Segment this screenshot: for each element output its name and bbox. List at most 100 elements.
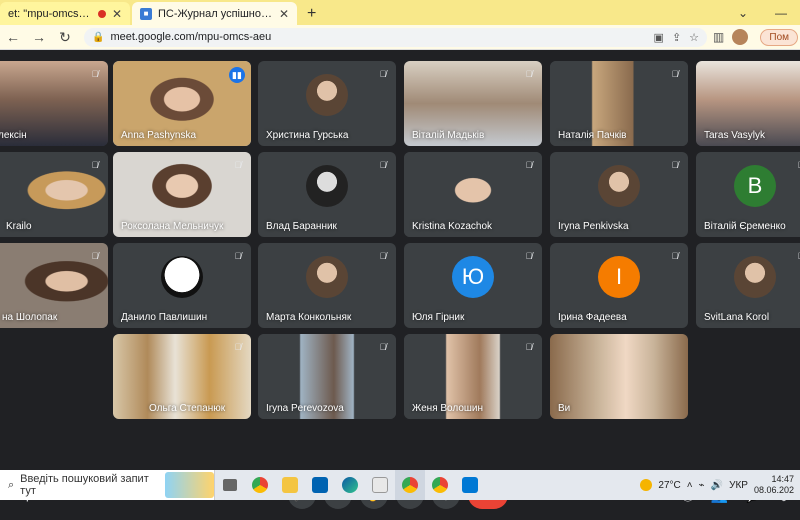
participant-tile[interactable]: 🎙̸ Данило Павлишин	[113, 243, 251, 328]
taskbar-app[interactable]	[455, 470, 485, 500]
search-icon: ⌕	[8, 478, 15, 491]
bookmark-star-icon[interactable]: ☆	[689, 31, 699, 44]
chevron-up-icon[interactable]: ˄	[687, 480, 693, 491]
participant-name: ис Алексін	[0, 130, 27, 141]
participant-tile[interactable]: Taras Vasylyk	[696, 61, 800, 146]
mic-off-icon: 🎙̸	[234, 342, 242, 352]
participant-tile[interactable]: Ю 🎙̸ Юля Гірник	[404, 243, 542, 328]
system-tray: 27°C ˄ ⌁ 🔊 УКР 14:47 08.06.202	[640, 474, 800, 496]
participant-tile[interactable]: В 🎙̸ Віталій Єременко	[696, 152, 800, 237]
participant-tile[interactable]: Ви	[550, 334, 688, 419]
url-bar[interactable]: 🔒 meet.google.com/mpu-omcs-aeu ▣ ⇪ ☆	[84, 27, 708, 47]
weather-sun-icon[interactable]	[640, 479, 653, 491]
participant-video	[550, 334, 688, 419]
url-bar-actions: ▣ ⇪ ☆	[654, 31, 700, 44]
site-favicon-icon: ■	[140, 7, 152, 20]
camera-icon[interactable]: ▣	[654, 31, 664, 44]
participant-tile[interactable]: 🎙̸ SvitLana Korol	[696, 243, 800, 328]
participant-tile[interactable]: 🎙̸ Kristina Kozachok	[404, 152, 542, 237]
initial-letter: В	[747, 173, 763, 198]
mic-off-icon: 🎙̸	[525, 342, 533, 352]
participant-tile[interactable]: І 🎙̸ Ірина Фадеева	[550, 243, 688, 328]
mic-off-icon: 🎙̸	[91, 251, 99, 261]
tab-title: ПС-Журнал успішності WEB v.3	[158, 7, 273, 20]
chrome-icon	[402, 477, 418, 493]
initial-letter: І	[615, 264, 623, 289]
mic-off-icon: 🎙̸	[379, 160, 387, 170]
taskbar-store[interactable]	[305, 470, 335, 500]
taskbar-chrome[interactable]	[245, 470, 275, 500]
share-icon[interactable]: ⇪	[672, 31, 681, 44]
participant-name: Iryna Penkivska	[558, 221, 629, 232]
participant-name: Марта Конкольняк	[266, 312, 352, 323]
participant-tile[interactable]: 🎙̸ Влад Баранник	[258, 152, 396, 237]
tab-journal[interactable]: ■ ПС-Журнал успішності WEB v.3 ✕	[132, 2, 297, 25]
participant-avatar	[161, 256, 203, 298]
participant-tile[interactable]: 🎙̸ Iryna Perevozova	[258, 334, 396, 419]
clock[interactable]: 14:47 08.06.202	[754, 474, 794, 496]
search-placeholder: Введіть пошуковий запит тут	[20, 473, 149, 497]
app-icon	[462, 477, 478, 493]
participant-tile[interactable]: ▮▮ Anna Pashynska	[113, 61, 251, 146]
search-highlight-image	[165, 472, 214, 498]
mic-off-icon: 🎙̸	[379, 69, 387, 79]
tab-meet[interactable]: et: "mpu-omcs-aeu" ✕	[0, 2, 130, 25]
taskbar-notes[interactable]	[365, 470, 395, 500]
mic-off-icon: 🎙̸	[671, 251, 679, 261]
taskbar-search-box[interactable]: ⌕ Введіть пошуковий запит тут	[0, 470, 215, 500]
network-icon[interactable]: ⌁	[699, 480, 705, 491]
participant-initial-avatar: Ю	[452, 256, 494, 298]
participant-name: Віталій Мадьків	[412, 130, 485, 141]
participant-tile[interactable]: 🎙̸ Марта Конкольняк	[258, 243, 396, 328]
participant-name: Krailo	[6, 221, 32, 232]
participant-tile[interactable]: 🎙̸ Наталія Пачків	[550, 61, 688, 146]
address-bar-row: ← → ↻ 🔒 meet.google.com/mpu-omcs-aeu ▣ ⇪…	[0, 25, 800, 50]
task-view-button[interactable]	[215, 470, 245, 500]
language-indicator[interactable]: УКР	[729, 480, 748, 491]
back-arrow-icon[interactable]: ←	[0, 29, 26, 45]
folder-icon	[282, 477, 298, 493]
taskbar-chrome-active[interactable]	[395, 470, 425, 500]
taskbar-edge[interactable]	[335, 470, 365, 500]
chevron-down-icon[interactable]: ⌄	[724, 6, 762, 20]
volume-icon[interactable]: 🔊	[711, 480, 723, 491]
participant-tile[interactable]: 🎙̸ ис Алексін	[0, 61, 108, 146]
participant-name: Христина Гурська	[266, 130, 349, 141]
participant-initial-avatar: І	[598, 256, 640, 298]
new-tab-button[interactable]: +	[297, 2, 326, 25]
forward-arrow-icon[interactable]: →	[26, 29, 52, 45]
minimize-icon[interactable]: —	[762, 6, 800, 20]
close-tab-icon[interactable]: ✕	[279, 7, 289, 21]
participant-tile[interactable]: 🎙̸ Роксолана Мельничук	[113, 152, 251, 237]
lock-icon[interactable]: 🔒	[92, 32, 104, 43]
participant-name: Taras Vasylyk	[704, 130, 765, 141]
participant-name: Женя Волошин	[412, 403, 484, 414]
speaking-indicator-icon: ▮▮	[229, 67, 245, 83]
temperature[interactable]: 27°C	[658, 480, 680, 491]
taskbar-explorer[interactable]	[275, 470, 305, 500]
participant-avatar	[734, 256, 776, 298]
participant-name: Роксолана Мельничук	[121, 221, 224, 232]
participant-tile[interactable]: 🎙̸ Віталій Мадьків	[404, 61, 542, 146]
close-tab-icon[interactable]: ✕	[112, 7, 122, 21]
window-controls: ⌄ —	[724, 0, 800, 25]
participant-tile[interactable]: 🎙̸ Христина Гурська	[258, 61, 396, 146]
participant-tile[interactable]: 🎙̸ Ольга Степанюк	[113, 334, 251, 419]
participant-tile[interactable]: 🎙̸ Iryna Penkivska	[550, 152, 688, 237]
reload-icon[interactable]: ↻	[52, 29, 78, 46]
browser-tab-strip: et: "mpu-omcs-aeu" ✕ ■ ПС-Журнал успішно…	[0, 0, 800, 25]
participant-name: на Шолопак	[2, 312, 58, 323]
meet-video-grid: 🎙̸ ис Алексін ▮▮ Anna Pashynska 🎙̸ Христ…	[0, 50, 800, 520]
participant-tile[interactable]: 🎙̸ Женя Волошин	[404, 334, 542, 419]
participant-initial-avatar: В	[734, 165, 776, 207]
sidebar-icon[interactable]: ▥	[713, 30, 724, 44]
participant-name: Юля Гірник	[412, 312, 465, 323]
profile-avatar[interactable]	[732, 29, 749, 45]
update-button[interactable]: Пом	[760, 28, 798, 46]
clock-time: 14:47	[771, 474, 794, 484]
participant-name: Влад Баранник	[266, 221, 337, 232]
taskbar-chrome-2[interactable]	[425, 470, 455, 500]
participant-tile[interactable]: 🎙̸ на Шолопак	[0, 243, 108, 328]
participant-tile[interactable]: 🎙̸ Krailo	[0, 152, 108, 237]
mic-off-icon: 🎙̸	[379, 251, 387, 261]
